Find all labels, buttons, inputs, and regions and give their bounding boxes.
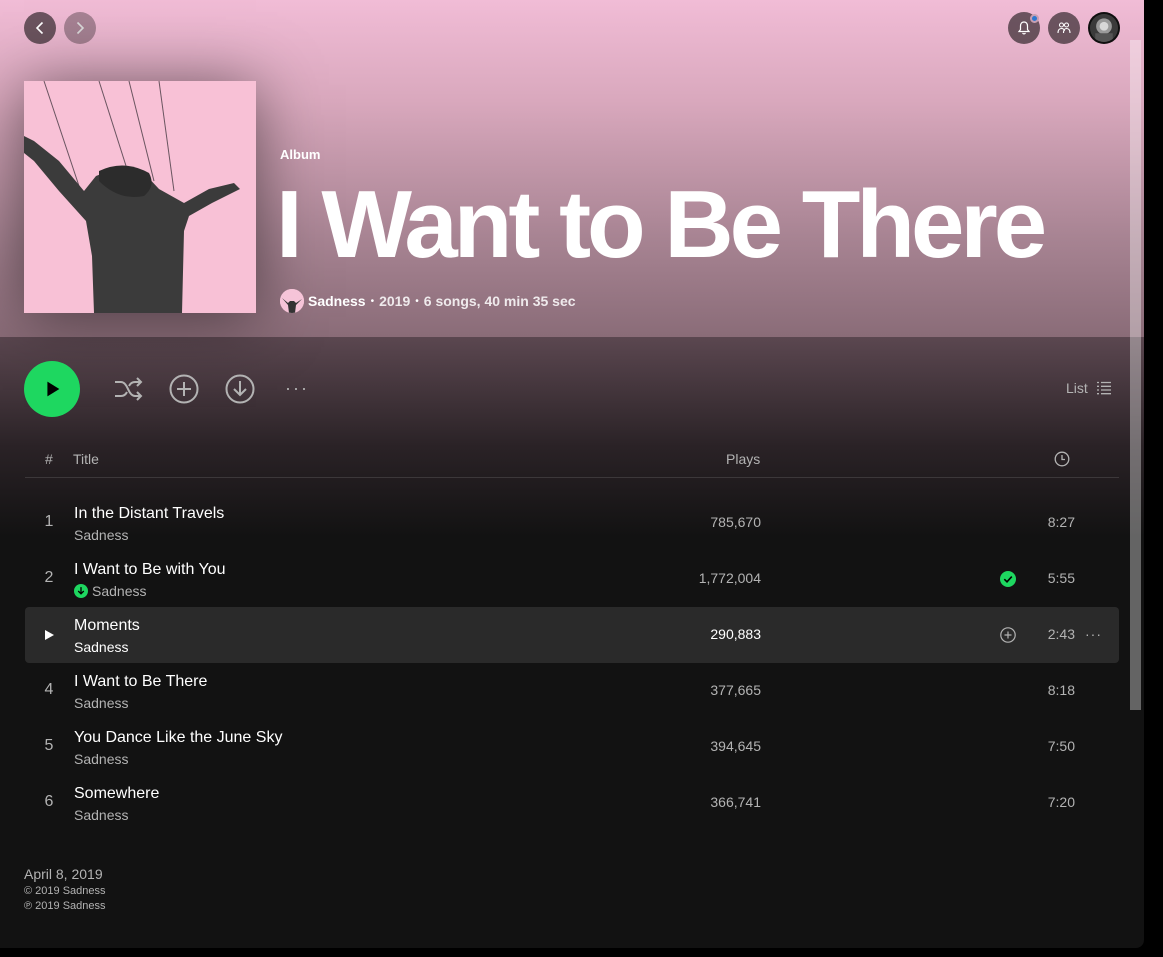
track-row[interactable]: 6 Somewhere Sadness 366,741 7:20 <box>25 775 1119 831</box>
download-icon <box>225 374 255 404</box>
track-duration: 8:27 <box>1047 514 1075 530</box>
more-options-button[interactable]: ··· <box>282 376 312 400</box>
track-artist[interactable]: Sadness <box>74 527 128 543</box>
track-artist[interactable]: Sadness <box>92 583 146 599</box>
track-duration: 7:20 <box>1047 794 1075 810</box>
track-artist-container: Sadness <box>74 639 128 655</box>
friends-icon <box>1057 22 1071 34</box>
separator-dot: • <box>415 295 419 307</box>
track-title[interactable]: You Dance Like the June Sky <box>74 729 282 747</box>
shuffle-button[interactable] <box>111 373 145 405</box>
track-number: 5 <box>44 737 54 754</box>
release-date: April 8, 2019 <box>24 866 103 882</box>
track-plays: 394,645 <box>710 738 761 754</box>
copyright-text: © 2019 Sadness <box>24 885 106 897</box>
view-mode-toggle[interactable]: List <box>1066 380 1112 396</box>
play-icon <box>47 381 60 397</box>
forward-button[interactable] <box>64 12 96 44</box>
track-more-button[interactable]: ··· <box>1085 626 1102 642</box>
artist-avatar <box>280 289 304 313</box>
downloaded-icon <box>74 584 88 598</box>
chevron-right-icon <box>76 21 85 35</box>
track-plays: 290,883 <box>710 626 761 642</box>
play-button[interactable] <box>24 361 80 417</box>
track-plays: 377,665 <box>710 682 761 698</box>
track-plays: 1,772,004 <box>698 570 761 586</box>
track-artist[interactable]: Sadness <box>74 695 128 711</box>
track-row[interactable]: 5 You Dance Like the June Sky Sadness 39… <box>25 719 1119 775</box>
track-artist-container: Sadness <box>74 695 128 711</box>
artist-link[interactable]: Sadness <box>308 293 366 309</box>
track-artist-container: Sadness <box>74 807 128 823</box>
header-plays[interactable]: Plays <box>726 451 760 467</box>
track-title[interactable]: Moments <box>74 617 140 635</box>
track-row[interactable]: 1 In the Distant Travels Sadness 785,670… <box>25 495 1119 551</box>
track-duration: 7:50 <box>1047 738 1075 754</box>
track-duration: 5:55 <box>1047 570 1075 586</box>
list-icon <box>1096 381 1111 395</box>
clock-icon <box>1054 451 1070 467</box>
view-mode-label: List <box>1066 380 1088 396</box>
track-artist-container: Sadness <box>74 583 146 599</box>
album-cover-image <box>24 81 256 313</box>
track-artist[interactable]: Sadness <box>74 639 128 655</box>
header-number: # <box>45 451 53 467</box>
track-artist-container: Sadness <box>74 527 128 543</box>
back-button[interactable] <box>24 12 56 44</box>
save-to-library-button[interactable] <box>168 373 200 405</box>
header-title[interactable]: Title <box>73 451 99 467</box>
window-gap <box>1144 0 1163 957</box>
album-type-label: Album <box>280 147 321 162</box>
plus-circle-icon <box>169 374 199 404</box>
save-track-button[interactable] <box>1000 627 1016 648</box>
phonographic-copyright-text: ℗ 2019 Sadness <box>24 900 106 912</box>
track-number: 1 <box>44 513 54 530</box>
track-duration: 2:43 <box>1047 626 1075 642</box>
profile-avatar-button[interactable] <box>1088 12 1120 44</box>
play-icon <box>45 630 54 640</box>
track-artist[interactable]: Sadness <box>74 751 128 767</box>
shuffle-icon <box>115 377 143 401</box>
track-plays: 785,670 <box>710 514 761 530</box>
chevron-left-icon <box>35 21 44 35</box>
track-title[interactable]: I Want to Be There <box>74 673 207 691</box>
saved-toggle[interactable] <box>1000 571 1016 592</box>
album-title: I Want to Be There <box>276 171 1047 278</box>
track-number: 6 <box>44 793 54 810</box>
track-artist-container: Sadness <box>74 751 128 767</box>
header-duration[interactable] <box>1054 451 1070 470</box>
track-row[interactable]: 4 I Want to Be There Sadness 377,665 8:1… <box>25 663 1119 719</box>
track-play-button[interactable] <box>43 628 55 646</box>
main-view: Album I Want to Be There Sadness • 2019 … <box>0 0 1144 948</box>
track-plays: 366,741 <box>710 794 761 810</box>
bell-icon <box>1017 21 1031 35</box>
track-number: 4 <box>44 681 54 698</box>
download-button[interactable] <box>224 373 256 405</box>
album-meta: Sadness • 2019 • 6 songs, 40 min 35 sec <box>280 289 576 313</box>
track-artist[interactable]: Sadness <box>74 807 128 823</box>
notification-badge <box>1030 14 1039 23</box>
plus-circle-icon <box>1000 627 1016 643</box>
scrollbar-thumb[interactable] <box>1130 40 1141 710</box>
separator-dot: • <box>370 295 375 307</box>
track-table-header: # Title Plays <box>25 441 1119 478</box>
track-row[interactable]: 2 I Want to Be with You Sadness 1,772,00… <box>25 551 1119 607</box>
track-duration: 8:18 <box>1047 682 1075 698</box>
album-cover-art <box>24 81 256 313</box>
track-title[interactable]: In the Distant Travels <box>74 505 224 523</box>
track-title[interactable]: I Want to Be with You <box>74 561 226 579</box>
friend-activity-button[interactable] <box>1048 12 1080 44</box>
track-title[interactable]: Somewhere <box>74 785 159 803</box>
artist-avatar-image <box>280 289 304 313</box>
track-row[interactable]: Moments Sadness 290,883 2:43 ··· <box>25 607 1119 663</box>
track-number: 2 <box>44 569 54 586</box>
album-summary: 6 songs, 40 min 35 sec <box>423 293 576 309</box>
check-circle-icon <box>1000 571 1016 587</box>
avatar <box>1090 14 1118 42</box>
release-year: 2019 <box>379 293 411 309</box>
